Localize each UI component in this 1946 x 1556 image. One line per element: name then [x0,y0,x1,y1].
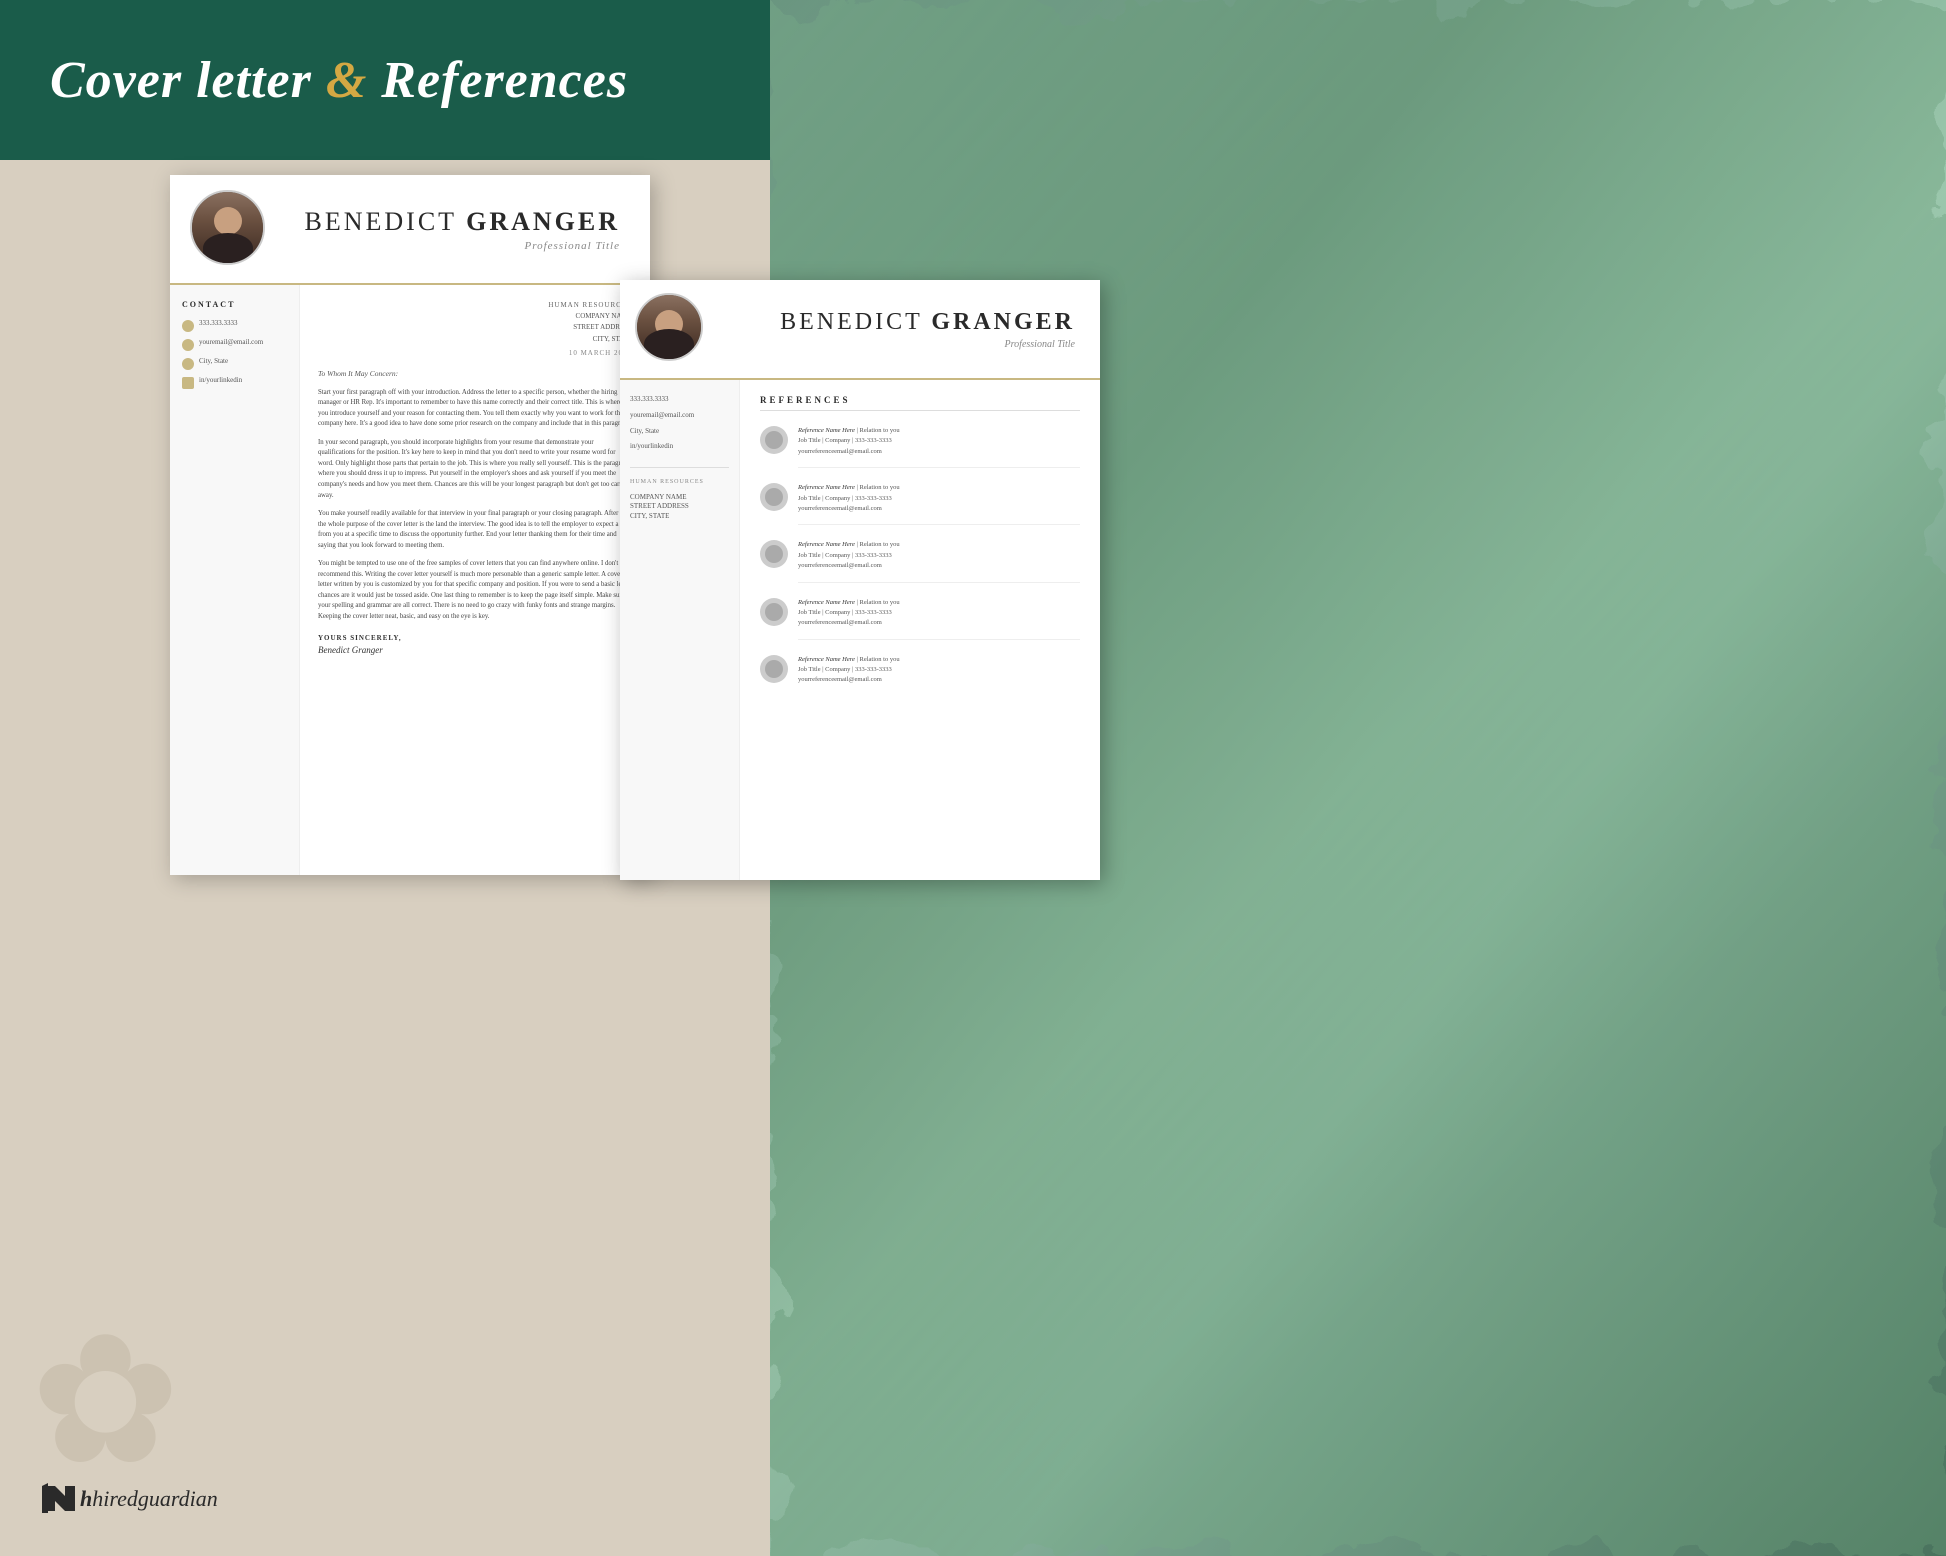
logo-icon [40,1481,80,1516]
cover-letter-name: Benedict Granger [305,207,620,237]
contact-location: City, State [182,357,287,370]
ref-job-3: Job Title | Company | 333-333-3333 [798,552,892,559]
references-title: Professional Title [780,339,1075,350]
cover-letter-document: Benedict Granger Professional Title CONT… [170,175,650,875]
ref-email-2: yourreferenceemail@email.com [798,505,882,512]
reference-entry-2: Reference Name Here | Relation to you Jo… [760,483,1080,525]
ref-job-2: Job Title | Company | 333-333-3333 [798,495,892,502]
floral-decoration: ✿ [30,1296,230,1496]
ref-name-3: Reference Name Here [798,541,855,548]
ref-relation-text-4: Relation to you [859,599,899,606]
avatar [190,190,265,265]
cover-letter-title: Professional Title [305,240,620,252]
ref-avatar [635,293,703,361]
ref-relation-text-5: Relation to you [859,656,899,663]
signature: Benedict Granger [318,645,632,655]
references-name: Benedict Granger [780,309,1075,336]
ref-job-5: Job Title | Company | 333-333-3333 [798,666,892,673]
contact-linkedin: in/yourlinkedin [182,376,287,389]
ref-job-4: Job Title | Company | 333-333-3333 [798,609,892,616]
references-header: Benedict Granger Professional Title [620,280,1100,380]
ref-linkedin: in/yourlinkedin [630,442,729,452]
ref-name-2: Reference Name Here [798,484,855,491]
header-banner: Cover letter & References [0,0,770,160]
contact-phone: 333.333.3333 [182,319,287,332]
linkedin-icon [182,377,194,389]
references-section-title: REFERENCES [760,395,1080,411]
cover-letter-body: CONTACT 333.333.3333 youremail@email.com… [170,285,650,875]
references-sidebar: 333.333.3333 youremail@email.com City, S… [620,380,740,880]
logo-text: hhiredguardian [80,1486,218,1512]
ref-recipient-city: CITY, STATE [630,512,729,522]
salutation: To Whom It May Concern: [318,369,632,378]
header-title: Cover letter & References [50,51,628,110]
ref-person-avatar-3 [760,540,788,568]
contact-section-label: CONTACT [182,300,287,309]
ref-email-4: yourreferenceemail@email.com [798,619,882,626]
ref-person-avatar-5 [760,655,788,683]
ref-email-5: yourreferenceemail@email.com [798,676,882,683]
cover-sidebar: CONTACT 333.333.3333 youremail@email.com… [170,285,300,875]
avatar-image [192,192,263,263]
paragraph-1: Start your first paragraph off with your… [318,388,632,430]
references-body: 333.333.3333 youremail@email.com City, S… [620,380,1100,880]
ref-name-4: Reference Name Here [798,599,855,606]
ref-email-1: yourreferenceemail@email.com [798,448,882,455]
ref-email-3: yourreferenceemail@email.com [798,562,882,569]
cover-letter-header: Benedict Granger Professional Title [170,175,650,285]
ref-avatar-image [637,295,701,359]
ref-phone: 333.333.3333 [630,395,729,405]
ref-recipient-dept: HUMAN RESOURCES [630,478,729,486]
reference-entry-4: Reference Name Here | Relation to you Jo… [760,598,1080,640]
paragraph-4: You might be tempted to use one of the f… [318,559,632,622]
reference-entry-5: Reference Name Here | Relation to you Jo… [760,655,1080,696]
ref-name-1: Reference Name Here [798,427,855,434]
cover-main-content: HUMAN RESOURCES COMPANY NAME STREET ADDR… [300,285,650,875]
ref-person-avatar-4 [760,598,788,626]
ref-relation-text-1: Relation to you [859,427,899,434]
ref-location: City, State [630,427,729,437]
references-document: Benedict Granger Professional Title 333.… [620,280,1100,880]
phone-icon [182,320,194,332]
ref-email: youremail@email.com [630,411,729,421]
closing-block: YOURS SINCERELY, Benedict Granger [318,634,632,655]
reference-entry-3: Reference Name Here | Relation to you Jo… [760,540,1080,582]
logo: hhiredguardian [40,1481,218,1516]
reference-entry-1: Reference Name Here | Relation to you Jo… [760,426,1080,468]
email-icon [182,339,194,351]
paragraph-3: You make yourself readily available for … [318,509,632,551]
ref-person-avatar-1 [760,426,788,454]
ref-recipient-street: STREET ADDRESS [630,502,729,512]
references-main: REFERENCES Reference Name Here | Relatio… [740,380,1100,880]
location-icon [182,358,194,370]
ref-name-5: Reference Name Here [798,656,855,663]
ref-relation-text-3: Relation to you [859,541,899,548]
closing-label: YOURS SINCERELY, [318,634,632,642]
contact-email: youremail@email.com [182,338,287,351]
paragraph-2: In your second paragraph, you should inc… [318,438,632,501]
ref-person-avatar-2 [760,483,788,511]
recipient-block: HUMAN RESOURCES COMPANY NAME STREET ADDR… [318,300,632,357]
ref-recipient-company: COMPANY NAME [630,493,729,503]
ref-job-1: Job Title | Company | 333-333-3333 [798,437,892,444]
ref-relation-text-2: Relation to you [859,484,899,491]
